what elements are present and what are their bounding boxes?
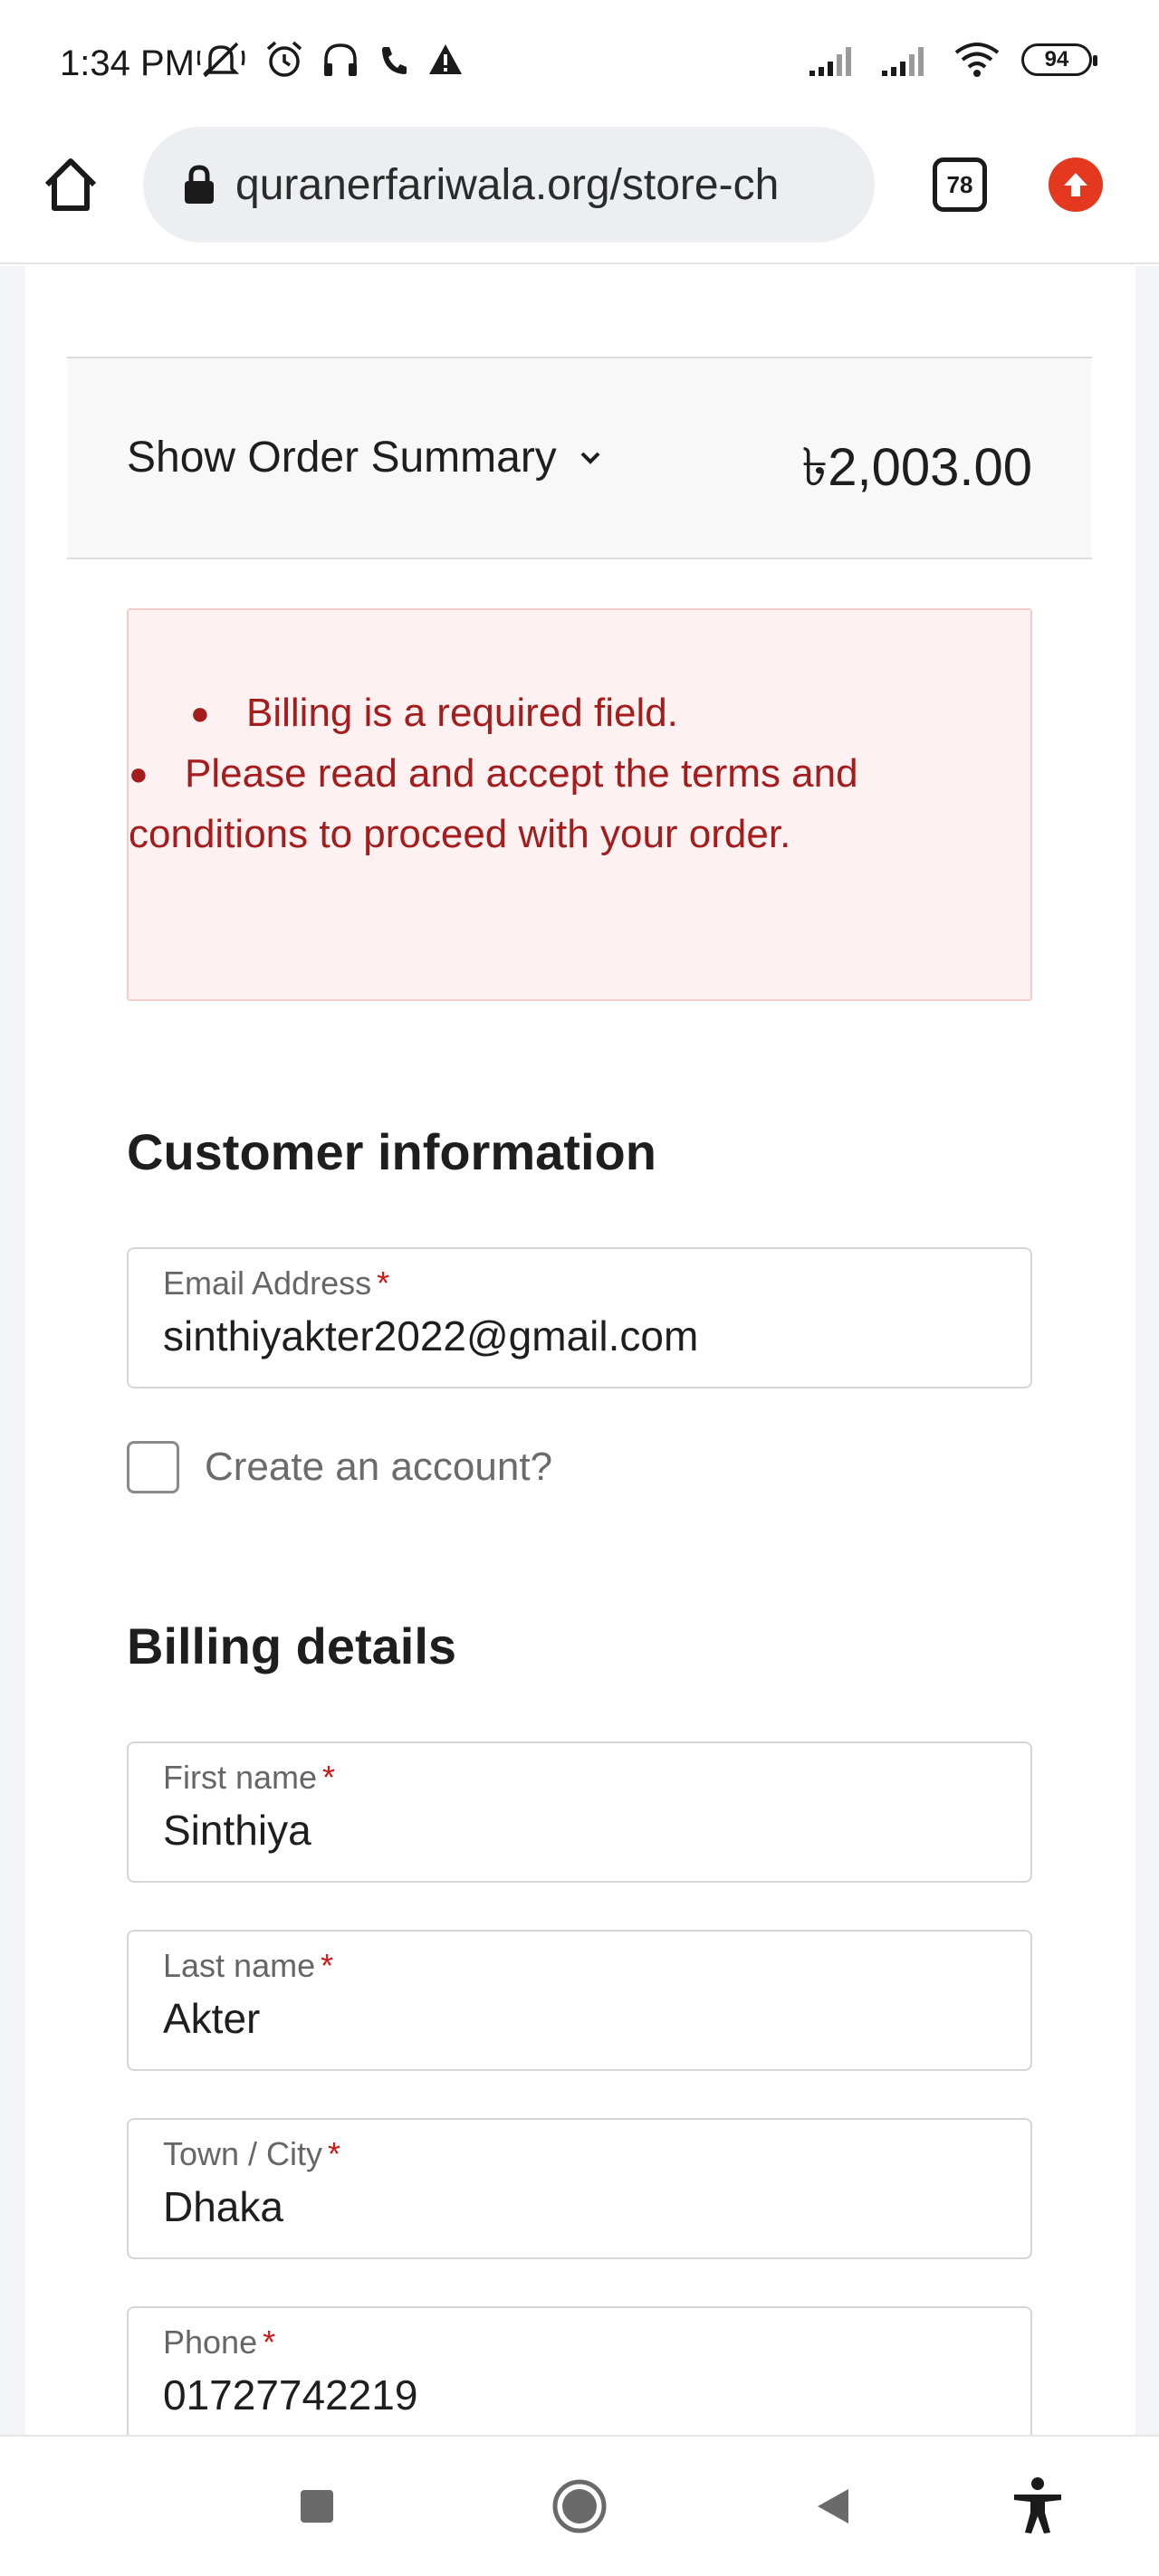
order-total: ৳2,003.00 [801, 438, 1032, 497]
phone-value: 01727742219 [163, 2371, 418, 2419]
address-bar[interactable]: quranerfariwala.org/store-ch [143, 127, 875, 243]
back-icon [818, 2489, 848, 2524]
email-field[interactable]: Email Address * sinthiyakter2022@gmail.co… [127, 1247, 1032, 1388]
call-icon [382, 47, 407, 74]
show-order-summary-button[interactable]: Show Order Summary [127, 433, 602, 482]
home-circle-icon [552, 2479, 607, 2533]
create-account-row[interactable]: Create an account? [127, 1441, 552, 1493]
error-list: ● Billing is a required field. ● Please re… [129, 682, 994, 864]
recent-apps-button[interactable] [281, 2437, 353, 2576]
browser-toolbar: quranerfariwala.org/store-ch 78 [0, 127, 1159, 264]
first-name-field[interactable]: First name * Sinthiya [127, 1741, 1032, 1883]
back-button[interactable] [797, 2437, 869, 2576]
headphones-icon [324, 43, 357, 76]
error-text: Please read and accept the terms and con… [129, 751, 858, 856]
status-icons-left [197, 40, 465, 80]
required-mark: * [322, 1759, 336, 1796]
error-text: Billing is a required field. [246, 691, 678, 735]
tabs-icon[interactable]: 78 [933, 157, 987, 212]
arrow-up-icon [1064, 173, 1087, 196]
first-name-value: Sinthiya [163, 1807, 311, 1854]
muted-notifications-icon [197, 42, 245, 78]
page-gutter-left [0, 266, 25, 2435]
town-city-value: Dhaka [163, 2183, 283, 2230]
bullet-icon: ● [190, 694, 210, 731]
checkout-page: Show Order Summary ৳2,003.00 ● Billing is… [0, 266, 1159, 2487]
last-name-field[interactable]: Last name * Akter [127, 1930, 1032, 2071]
order-summary-label: Show Order Summary [127, 434, 557, 482]
home-icon[interactable] [40, 154, 101, 215]
chevron-down-icon [580, 452, 600, 464]
email-value: sinthiyakter2022@gmail.com [163, 1312, 699, 1360]
customer-information-heading: Customer information [127, 1123, 656, 1180]
required-mark: * [321, 1947, 334, 1984]
email-label: Email Address * [163, 1264, 390, 1302]
last-name-value: Akter [163, 1995, 261, 2042]
town-city-field[interactable]: Town / City * Dhaka [127, 2118, 1032, 2259]
create-account-checkbox[interactable] [127, 1441, 179, 1493]
lock-icon [185, 165, 214, 204]
required-mark: * [263, 2323, 276, 2361]
last-name-label: Last name * [163, 1947, 334, 1984]
warning-icon [429, 44, 462, 74]
battery-icon: 94 [1021, 43, 1097, 76]
status-time: 1:34 PM [60, 43, 195, 83]
signal-icon [809, 47, 851, 76]
alarm-icon [266, 41, 302, 77]
town-city-label: Town / City * [163, 2135, 341, 2172]
recent-apps-icon [301, 2490, 333, 2523]
status-icons-right: 94 [808, 40, 1097, 80]
required-mark: * [377, 1264, 390, 1302]
accessibility-icon [1014, 2477, 1061, 2533]
required-mark: * [328, 2135, 341, 2172]
order-summary-bar: Show Order Summary ৳2,003.00 [67, 357, 1092, 559]
page-gutter-right [1135, 266, 1159, 2435]
first-name-label: First name * [163, 1759, 336, 1796]
error-item: ● Please read and accept the terms and co… [129, 743, 994, 864]
error-item: ● Billing is a required field. [190, 682, 994, 743]
signal-icon [882, 47, 924, 76]
phone-label: Phone * [163, 2323, 276, 2361]
error-notice: ● Billing is a required field. ● Please re… [127, 608, 1032, 1001]
home-nav-button[interactable] [543, 2437, 616, 2576]
create-account-label: Create an account? [205, 1445, 553, 1489]
update-icon[interactable] [1049, 157, 1103, 212]
url-text: quranerfariwala.org/store-ch [235, 160, 780, 209]
bullet-icon: ● [129, 755, 148, 792]
system-nav-bar [0, 2435, 1159, 2574]
billing-details-heading: Billing details [127, 1617, 457, 1674]
status-bar: 1:34 PM 94 [0, 0, 1159, 127]
wifi-icon [954, 43, 1000, 77]
accessibility-button[interactable] [1001, 2437, 1074, 2576]
